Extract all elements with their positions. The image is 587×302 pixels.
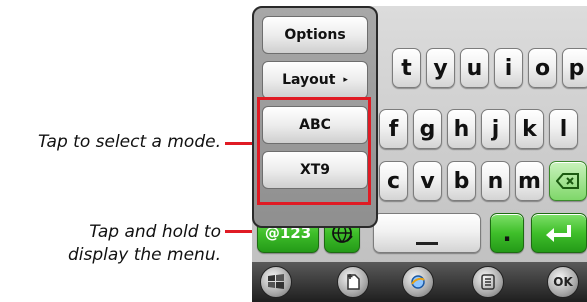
key-n[interactable]: n bbox=[481, 161, 510, 201]
start-button[interactable] bbox=[260, 266, 292, 298]
key-j[interactable]: j bbox=[481, 109, 510, 149]
key-b[interactable]: b bbox=[447, 161, 476, 201]
menu-item-layout[interactable]: Layout ▸ bbox=[262, 61, 368, 99]
ok-button[interactable]: OK bbox=[547, 266, 579, 298]
new-document-icon bbox=[347, 274, 360, 290]
ok-button-label: OK bbox=[553, 275, 573, 289]
enter-icon bbox=[546, 225, 571, 242]
browser-icon bbox=[411, 275, 425, 289]
key-k[interactable]: k bbox=[515, 109, 544, 149]
menu-item-options[interactable]: Options bbox=[262, 16, 368, 54]
key-m[interactable]: m bbox=[515, 161, 544, 201]
menu-item-layout-label: Layout bbox=[282, 72, 336, 88]
taskbar: OK bbox=[252, 262, 587, 302]
callout-hold-line2: display the menu. bbox=[67, 245, 221, 265]
enter-key[interactable] bbox=[531, 213, 587, 253]
key-t[interactable]: t bbox=[392, 48, 421, 88]
menu-list-button[interactable] bbox=[472, 266, 504, 298]
key-v[interactable]: v bbox=[413, 161, 442, 201]
key-y[interactable]: y bbox=[426, 48, 455, 88]
key-c[interactable]: c bbox=[379, 161, 408, 201]
key-o[interactable]: o bbox=[528, 48, 557, 88]
windows-logo-icon bbox=[268, 274, 284, 289]
callout-select-mode-text: Tap to select a mode. bbox=[37, 132, 221, 152]
new-document-button[interactable] bbox=[337, 266, 369, 298]
backspace-icon bbox=[556, 173, 579, 189]
key-u[interactable]: u bbox=[460, 48, 489, 88]
callout-hold-line1: Tap and hold to bbox=[89, 222, 221, 242]
space-key[interactable] bbox=[373, 213, 481, 253]
key-g[interactable]: g bbox=[413, 109, 442, 149]
key-h[interactable]: h bbox=[447, 109, 476, 149]
menu-item-options-label: Options bbox=[284, 27, 346, 43]
key-i[interactable]: i bbox=[494, 48, 523, 88]
period-key[interactable]: . bbox=[490, 213, 524, 253]
key-f[interactable]: f bbox=[379, 109, 408, 149]
submenu-arrow-icon: ▸ bbox=[343, 75, 348, 85]
callout-select-mode: Tap to select a mode. bbox=[38, 130, 221, 154]
key-l[interactable]: l bbox=[549, 109, 578, 149]
backspace-key[interactable] bbox=[549, 161, 587, 201]
mode-highlight-box bbox=[257, 97, 371, 205]
key-p[interactable]: p bbox=[562, 48, 587, 88]
space-bar-mark bbox=[416, 242, 438, 245]
list-menu-icon bbox=[481, 274, 495, 290]
ie-button[interactable] bbox=[402, 266, 434, 298]
callout-hold-menu: Tap and hold to display the menu. bbox=[68, 221, 221, 267]
